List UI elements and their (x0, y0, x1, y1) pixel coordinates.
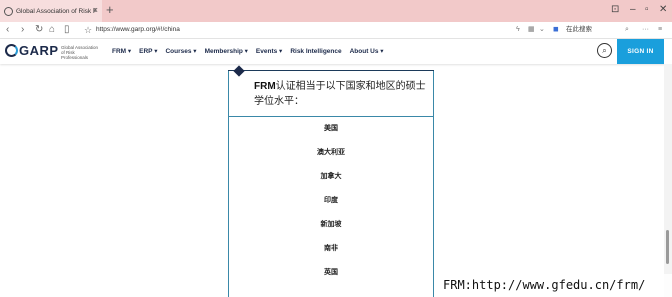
home-icon[interactable]: ⌂ (49, 23, 55, 37)
forward-arrow-icon[interactable]: › (21, 23, 24, 37)
list-item: 新加坡 (320, 221, 342, 228)
back-arrow-icon[interactable]: ‹ (6, 23, 9, 37)
grid-icon[interactable]: ▦ (528, 24, 535, 36)
search-icon[interactable]: ⌕ (625, 24, 629, 36)
watermark-text: FRM:http://www.gfedu.cn/frm/ (440, 274, 672, 297)
card-title-text: 认证相当于以下国家和地区的硕士学位水平： (254, 81, 426, 107)
star-icon[interactable]: ☆ (84, 23, 92, 37)
site-search-icon[interactable]: ⌕ (597, 43, 612, 58)
close-window-icon[interactable]: ✕ (659, 3, 667, 17)
list-item: 英国 (324, 269, 338, 276)
list-item: 澳大利亚 (317, 149, 345, 156)
logo-subtitle: Global Association of Risk Professionals (61, 45, 99, 60)
nav-item-events[interactable]: Events ▾ (256, 47, 282, 56)
site-favicon-icon (4, 6, 13, 16)
nav-item-erp[interactable]: ERP ▾ (139, 47, 157, 56)
card-title: FRM认证相当于以下国家和地区的硕士学位水平： (254, 79, 430, 109)
close-tab-icon[interactable]: × (93, 5, 98, 15)
restore-tabs-icon[interactable]: ⊡ (611, 3, 619, 17)
url-field[interactable]: https://www.garp.org/#!/china (96, 25, 180, 35)
nav-item-membership[interactable]: Membership ▾ (205, 47, 248, 56)
tab-title: Global Association of Risk Profe (16, 7, 96, 15)
lightning-icon[interactable]: ϟ (516, 24, 520, 36)
scrollbar-thumb[interactable] (666, 230, 669, 264)
search-engine-icon[interactable]: ◼ (553, 24, 559, 36)
country-list: 美国 澳大利亚 加拿大 印度 新加坡 南非 英国 (228, 117, 434, 285)
site-logo[interactable]: GARP (19, 43, 59, 59)
menu-icon[interactable]: ≡ (658, 24, 662, 36)
list-item: 加拿大 (320, 173, 342, 180)
reading-view-icon[interactable]: ▯ (64, 23, 70, 37)
search-input[interactable]: 在此搜索 (566, 25, 592, 35)
address-bar: ‹ › ↻ ⌂ ▯ ☆ https://www.garp.org/#!/chin… (0, 22, 672, 39)
nav-item-courses[interactable]: Courses ▾ (165, 47, 196, 56)
minimize-icon[interactable]: – (630, 3, 636, 17)
nav-item-frm[interactable]: FRM ▾ (112, 47, 131, 56)
site-header: GARP Global Association of Risk Professi… (0, 39, 672, 64)
list-item: 印度 (324, 197, 338, 204)
sign-in-button[interactable]: SIGN IN (617, 39, 664, 64)
main-nav: FRM ▾ ERP ▾ Courses ▾ Membership ▾ Event… (112, 47, 384, 56)
dropdown-icon[interactable]: ⌄ (539, 24, 545, 36)
reload-icon[interactable]: ↻ (35, 23, 43, 37)
list-item: 美国 (324, 125, 338, 132)
card-top-border (228, 70, 434, 71)
more-icon[interactable]: ··· (642, 24, 649, 36)
browser-tab-bar: Global Association of Risk Profe × + ⊡ –… (0, 0, 672, 22)
new-tab-button[interactable]: + (106, 3, 114, 17)
nav-item-risk-intelligence[interactable]: Risk Intelligence (290, 47, 341, 56)
maximize-icon[interactable]: ▫ (645, 3, 649, 17)
nav-item-about-us[interactable]: About Us ▾ (350, 47, 384, 56)
card-title-prefix: FRM (254, 81, 276, 92)
browser-tab[interactable]: Global Association of Risk Profe × (0, 0, 102, 22)
list-item: 南非 (324, 245, 338, 252)
garp-logo-icon[interactable] (5, 44, 18, 57)
